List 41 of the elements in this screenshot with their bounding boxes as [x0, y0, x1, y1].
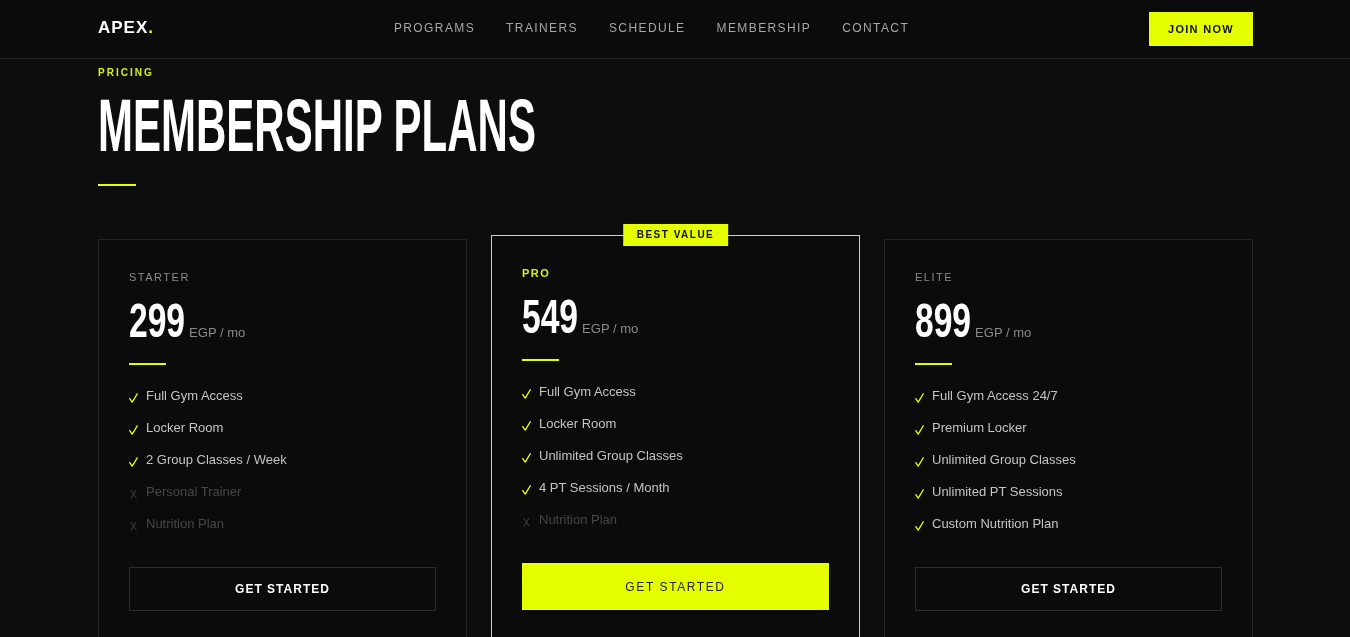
feature-text: Unlimited Group Classes	[932, 451, 1076, 469]
accent-rule	[129, 363, 166, 365]
price-unit: EGP / mo	[975, 325, 1032, 341]
get-started-button[interactable]: GET STARTED	[129, 567, 436, 611]
plan-name: PRO	[522, 266, 551, 280]
accent-rule	[915, 363, 952, 365]
get-started-button[interactable]: GET STARTED	[915, 567, 1222, 611]
feature-text: Unlimited PT Sessions	[932, 483, 1063, 501]
feature-text: Locker Room	[146, 419, 224, 437]
feature-text: Nutrition Plan	[539, 511, 618, 529]
nav-link[interactable]: MEMBERSHIP	[716, 20, 812, 36]
section-eyebrow: PRICING	[98, 66, 154, 80]
plan-name: STARTER	[129, 270, 190, 284]
nav-link[interactable]: CONTACT	[842, 20, 910, 36]
nav-link[interactable]: SCHEDULE	[608, 20, 686, 36]
nav-link[interactable]: PROGRAMS	[393, 20, 476, 36]
price-unit: EGP / mo	[189, 325, 246, 341]
logo[interactable]: APEX.	[98, 18, 155, 38]
join-button[interactable]: JOIN NOW	[1148, 12, 1253, 46]
feature-text: Locker Room	[539, 415, 617, 433]
price-unit: EGP / mo	[582, 321, 639, 337]
feature-text: Full Gym Access	[539, 383, 636, 401]
feature-text: Premium Locker	[932, 419, 1027, 437]
accent-rule	[522, 359, 559, 361]
plan-price: 549	[522, 293, 579, 341]
accent-rule	[98, 184, 136, 186]
feature-text: Full Gym Access 24/7	[932, 387, 1058, 405]
feature-text: Personal Trainer	[146, 483, 242, 501]
feature-text: Full Gym Access	[146, 387, 243, 405]
plan-price: 899	[915, 297, 972, 345]
feature-text: 2 Group Classes / Week	[146, 451, 287, 469]
get-started-button[interactable]: GET STARTED	[522, 563, 829, 610]
section-title: MEMBERSHIP PLANS	[98, 88, 536, 163]
plan-name: ELITE	[915, 270, 954, 284]
feature-text: Nutrition Plan	[146, 515, 225, 533]
feature-text: Custom Nutrition Plan	[932, 515, 1059, 533]
best-value-badge: BEST VALUE	[622, 224, 729, 246]
feature-text: Unlimited Group Classes	[539, 447, 683, 465]
nav-link[interactable]: TRAINERS	[506, 20, 578, 36]
plan-price: 299	[129, 297, 186, 345]
feature-text: 4 PT Sessions / Month	[539, 479, 670, 497]
